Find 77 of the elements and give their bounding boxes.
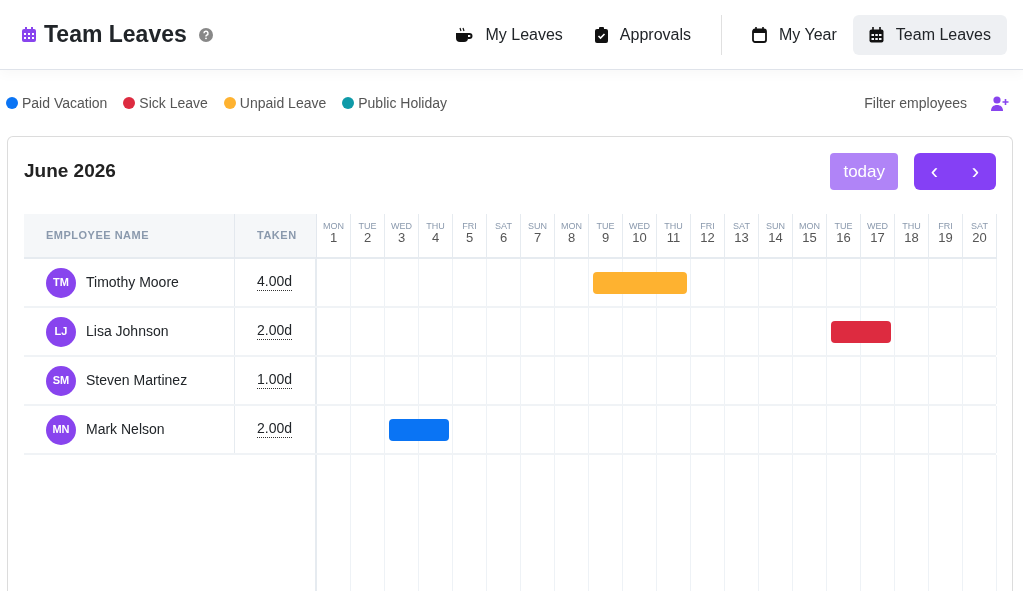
- day-number: 5: [464, 231, 475, 246]
- nav-tab[interactable]: Team Leaves: [852, 14, 1007, 55]
- weekday-label: WED: [866, 222, 889, 232]
- weekday-label: SUN: [527, 222, 548, 232]
- employee-name: Steven Martinez: [86, 371, 188, 390]
- taken-days: 1.00d: [257, 372, 293, 389]
- add-user-icon[interactable]: [991, 95, 1009, 111]
- legend-label: Paid Vacation: [22, 93, 108, 113]
- day-number: 15: [801, 231, 818, 246]
- legend-label: Public Holiday: [358, 93, 447, 113]
- weekday-label: TUE: [833, 222, 854, 232]
- column-header: TAKEN: [235, 214, 317, 259]
- nav-tab[interactable]: My Leaves: [439, 14, 579, 55]
- weekday-label: MON: [322, 222, 345, 232]
- day-number: 10: [631, 231, 648, 246]
- weekday-label: WED: [628, 222, 651, 232]
- day-number: 14: [767, 231, 784, 246]
- month-title: June 2026: [24, 159, 116, 184]
- weekday-label: MON: [798, 222, 821, 232]
- nav-tab[interactable]: Approvals: [578, 14, 707, 55]
- column-header: EMPLOYEE NAME: [24, 214, 235, 259]
- day-number: 9: [600, 231, 611, 246]
- legend-label: Sick Leave: [139, 93, 208, 113]
- taken-days: 4.00d: [257, 274, 293, 291]
- employee-name: Mark Nelson: [86, 420, 165, 439]
- page-title: Team Leaves: [44, 20, 187, 50]
- weekday-label: TUE: [595, 222, 616, 232]
- taken-days: 2.00d: [257, 421, 293, 438]
- clipboard-check-icon: [594, 26, 608, 43]
- weekday-label: MON: [560, 222, 583, 232]
- weekday-label: FRI: [937, 222, 954, 232]
- day-number: 13: [733, 231, 750, 246]
- day-number: 12: [699, 231, 716, 246]
- nav-tab[interactable]: My Year: [736, 14, 853, 55]
- weekday-label: SUN: [765, 222, 786, 232]
- calendar-icon: [22, 27, 36, 42]
- weekday-label: TUE: [357, 222, 378, 232]
- day-number: 8: [566, 231, 577, 246]
- day-number: 19: [937, 231, 954, 246]
- day-number: 20: [971, 231, 988, 246]
- taken-days: 2.00d: [257, 323, 293, 340]
- leave-bar[interactable]: [593, 272, 687, 294]
- leave-bar[interactable]: [389, 419, 449, 441]
- day-number: 6: [498, 231, 509, 246]
- cup-icon: [455, 26, 474, 43]
- help-icon[interactable]: [198, 27, 213, 42]
- weekday-label: FRI: [461, 222, 478, 232]
- weekday-label: WED: [390, 222, 413, 232]
- day-number: 17: [869, 231, 886, 246]
- weekday-label: THU: [901, 222, 922, 232]
- day-number: 3: [396, 231, 407, 246]
- avatar: TM: [46, 267, 76, 298]
- day-number: 18: [903, 231, 920, 246]
- weekday-label: THU: [425, 222, 446, 232]
- avatar: LJ: [46, 316, 76, 347]
- employee-name: Timothy Moore: [86, 273, 179, 292]
- leave-bar[interactable]: [831, 321, 891, 343]
- calendar-icon: [868, 26, 884, 43]
- filter-link[interactable]: Filter employees: [864, 92, 967, 114]
- weekday-label: SAT: [732, 222, 751, 232]
- calendar-icon: [752, 26, 767, 43]
- day-number: 4: [430, 231, 441, 246]
- day-number: 7: [532, 231, 543, 246]
- next-button[interactable]: ›: [955, 153, 996, 190]
- weekday-label: SAT: [970, 222, 989, 232]
- weekday-label: FRI: [699, 222, 716, 232]
- weekday-label: THU: [663, 222, 684, 232]
- weekday-label: SAT: [494, 222, 513, 232]
- legend-label: Unpaid Leave: [239, 93, 327, 113]
- day-number: 2: [362, 231, 373, 246]
- employee-name: Lisa Johnson: [86, 322, 169, 341]
- day-number: 11: [665, 231, 682, 246]
- avatar: SM: [46, 365, 76, 396]
- avatar: MN: [46, 414, 76, 445]
- day-number: 1: [328, 231, 339, 246]
- day-number: 16: [835, 231, 852, 246]
- previous-button[interactable]: ‹: [914, 153, 955, 190]
